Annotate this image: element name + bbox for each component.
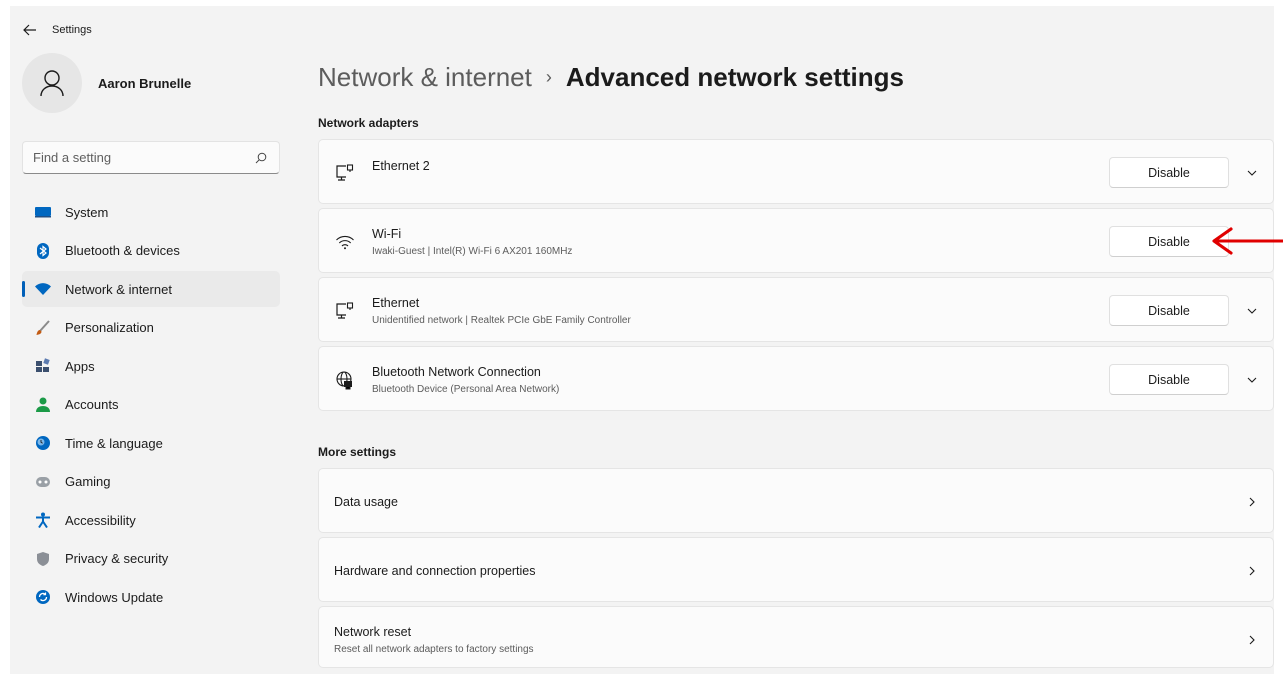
sidebar-item-label: Accounts xyxy=(65,397,119,412)
disable-button[interactable]: Disable xyxy=(1109,157,1229,188)
globe-clock-icon xyxy=(34,434,52,452)
avatar xyxy=(22,53,82,113)
wifi-icon xyxy=(34,280,52,298)
chevron-right-icon xyxy=(1244,632,1260,648)
sidebar-item-privacy-security[interactable]: Privacy & security xyxy=(22,541,280,577)
sidebar-item-bluetooth-devices[interactable]: Bluetooth & devices xyxy=(22,233,280,269)
settings-window: Settings Aaron Brunelle System xyxy=(0,0,1283,674)
sidebar-item-accessibility[interactable]: Accessibility xyxy=(22,502,280,538)
chevron-down-icon[interactable] xyxy=(1244,303,1260,319)
disable-button[interactable]: Disable xyxy=(1109,364,1229,395)
sidebar-nav: System Bluetooth & devices Network & int… xyxy=(22,194,280,618)
gamepad-icon xyxy=(34,473,52,491)
adapter-detail: Unidentified network | Realtek PCIe GbE … xyxy=(372,315,631,326)
adapter-card-wifi: Wi-Fi Iwaki-Guest | Intel(R) Wi-Fi 6 AX2… xyxy=(318,208,1274,273)
ethernet-icon xyxy=(335,163,355,183)
chevron-right-icon xyxy=(1244,494,1260,510)
search-input[interactable] xyxy=(33,150,253,165)
sidebar-item-label: Privacy & security xyxy=(65,551,169,566)
sidebar-item-system[interactable]: System xyxy=(22,194,280,230)
sidebar-item-gaming[interactable]: Gaming xyxy=(22,464,280,500)
window-title: Settings xyxy=(52,24,92,36)
sidebar-item-apps[interactable]: Apps xyxy=(22,348,280,384)
bluetooth-icon xyxy=(34,242,52,260)
accessibility-icon xyxy=(34,511,52,529)
setting-name: Hardware and connection properties xyxy=(334,564,536,578)
breadcrumb-parent[interactable]: Network & internet xyxy=(318,62,532,93)
user-profile[interactable]: Aaron Brunelle xyxy=(22,53,191,113)
adapter-detail: Iwaki-Guest | Intel(R) Wi-Fi 6 AX201 160… xyxy=(372,246,573,257)
person-icon xyxy=(34,396,52,414)
setting-detail: Reset all network adapters to factory se… xyxy=(334,644,534,655)
sidebar-item-label: Bluetooth & devices xyxy=(65,243,180,258)
sidebar-item-label: Time & language xyxy=(65,435,163,451)
breadcrumb-separator: › xyxy=(545,67,552,87)
sidebar-item-label: System xyxy=(65,204,109,220)
ethernet-icon xyxy=(335,301,355,321)
chevron-down-icon[interactable] xyxy=(1244,165,1260,181)
page-title: Advanced network settings xyxy=(565,62,904,92)
title-bar: Settings xyxy=(20,20,92,40)
adapter-name: Bluetooth Network Connection xyxy=(372,365,541,379)
sidebar-item-label: Apps xyxy=(65,358,95,374)
screenshot-border-right xyxy=(1274,0,1283,674)
annotation-arrow-icon xyxy=(1212,227,1283,255)
sidebar-item-windows-update[interactable]: Windows Update xyxy=(22,579,280,615)
adapter-card-ethernet-2: Ethernet 2 Disable xyxy=(318,139,1274,204)
apps-icon xyxy=(34,357,52,375)
sidebar-item-label: Accessibility xyxy=(65,512,136,528)
adapter-card-ethernet: Ethernet Unidentified network | Realtek … xyxy=(318,277,1274,342)
adapter-name: Ethernet 2 xyxy=(372,159,430,173)
search-icon[interactable] xyxy=(253,150,269,166)
section-title-network-adapters: Network adapters xyxy=(318,116,419,130)
chevron-right-icon xyxy=(1244,563,1260,579)
adapter-card-bluetooth-network: Bluetooth Network Connection Bluetooth D… xyxy=(318,346,1274,411)
adapter-name: Ethernet xyxy=(372,296,420,310)
sidebar-item-accounts[interactable]: Accounts xyxy=(22,387,280,423)
back-arrow-icon[interactable] xyxy=(20,20,40,40)
breadcrumb: Network & internet › Advanced network se… xyxy=(318,62,904,93)
user-name: Aaron Brunelle xyxy=(98,75,192,91)
sidebar-item-network-internet[interactable]: Network & internet xyxy=(22,271,280,307)
setting-name: Network reset xyxy=(334,625,412,639)
monitor-icon xyxy=(34,203,52,221)
brush-icon xyxy=(34,319,52,337)
adapter-detail: Bluetooth Device (Personal Area Network) xyxy=(372,384,560,395)
disable-button[interactable]: Disable xyxy=(1109,295,1229,326)
section-title-more-settings: More settings xyxy=(318,445,397,459)
sidebar-item-label: Personalization xyxy=(65,320,154,335)
sidebar-item-label: Windows Update xyxy=(65,589,164,605)
screenshot-border-left xyxy=(0,0,10,674)
sidebar-item-time-language[interactable]: Time & language xyxy=(22,425,280,461)
setting-name: Data usage xyxy=(334,495,398,509)
shield-icon xyxy=(34,550,52,568)
update-icon xyxy=(34,588,52,606)
sidebar-item-label: Gaming xyxy=(65,474,111,489)
search-box[interactable] xyxy=(22,141,280,174)
screenshot-border-top xyxy=(0,0,1283,6)
person-icon xyxy=(40,70,64,97)
globe-network-icon xyxy=(335,370,355,390)
settings-link-network-reset[interactable]: Network reset Reset all network adapters… xyxy=(318,606,1274,668)
adapter-name: Wi-Fi xyxy=(372,227,402,241)
sidebar-item-label: Network & internet xyxy=(65,281,172,297)
settings-link-hardware-connection-properties[interactable]: Hardware and connection properties xyxy=(318,537,1274,602)
settings-link-data-usage[interactable]: Data usage xyxy=(318,468,1274,533)
chevron-down-icon[interactable] xyxy=(1244,372,1260,388)
wifi-icon xyxy=(335,232,355,252)
sidebar-item-personalization[interactable]: Personalization xyxy=(22,310,280,346)
